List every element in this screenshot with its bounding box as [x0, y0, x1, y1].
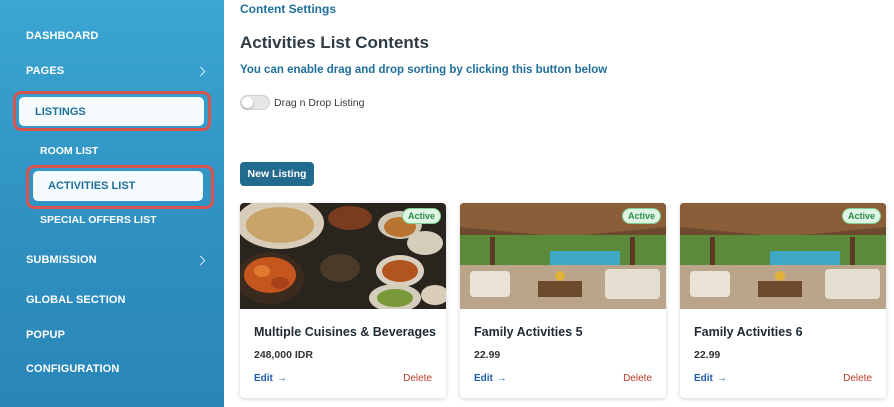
edit-label: Edit [474, 373, 493, 384]
drag-drop-hint: You can enable drag and drop sorting by … [240, 64, 608, 76]
drag-drop-toggle[interactable] [240, 95, 270, 110]
new-listing-button[interactable]: New Listing [240, 162, 314, 186]
sidebar-subitem-special-offers[interactable]: SPECIAL OFFERS LIST [40, 214, 156, 226]
card-title: Family Activities 6 [694, 325, 803, 339]
card-price: 22.99 [474, 349, 501, 361]
listing-card: Active Multiple Cuisines & Beverages 248… [240, 203, 446, 398]
edit-label: Edit [694, 373, 713, 384]
sidebar-item-label: ACTIVITIES LIST [48, 180, 136, 192]
sidebar-item-popup[interactable]: POPUP [26, 329, 65, 341]
edit-link[interactable]: Edit → [694, 373, 727, 384]
sidebar-item-configuration[interactable]: CONFIGURATION [26, 363, 119, 375]
sidebar: DASHBOARD PAGES LISTINGS ROOM LIST ACTIV… [0, 0, 224, 407]
status-badge: Active [401, 208, 441, 224]
status-badge: Active [841, 208, 881, 224]
delete-link[interactable]: Delete [623, 373, 652, 384]
chevron-right-icon [195, 255, 206, 266]
edit-link[interactable]: Edit → [474, 373, 507, 384]
sidebar-item-listings[interactable]: LISTINGS [19, 97, 204, 126]
delete-link[interactable]: Delete [403, 373, 432, 384]
arrow-right-icon: → [716, 373, 727, 384]
main-content: Content Settings Activities List Content… [224, 0, 894, 407]
sidebar-subitem-room-list[interactable]: ROOM LIST [40, 145, 98, 157]
card-title: Multiple Cuisines & Beverages [254, 325, 437, 339]
toggle-label: Drag n Drop Listing [274, 97, 365, 109]
sidebar-item-submission[interactable]: SUBMISSION [26, 254, 97, 266]
chevron-right-icon [195, 66, 206, 77]
sidebar-item-dashboard[interactable]: DASHBOARD [26, 30, 98, 42]
card-title: Family Activities 5 [474, 325, 583, 339]
status-badge: Active [621, 208, 661, 224]
edit-link[interactable]: Edit → [254, 373, 287, 384]
listing-card: Active Family Activities 5 22.99 Edit → … [460, 203, 666, 398]
arrow-right-icon: → [276, 373, 287, 384]
sidebar-item-global-section[interactable]: GLOBAL SECTION [26, 294, 126, 306]
card-price: 248,000 IDR [254, 349, 313, 361]
breadcrumb[interactable]: Content Settings [240, 2, 336, 16]
delete-link[interactable]: Delete [843, 373, 872, 384]
sidebar-item-label: LISTINGS [35, 105, 86, 118]
edit-label: Edit [254, 373, 273, 384]
listing-card: Active Family Activities 6 22.99 Edit → … [680, 203, 886, 398]
toggle-knob [242, 97, 253, 108]
sidebar-item-pages[interactable]: PAGES [26, 65, 64, 77]
page-title: Activities List Contents [240, 33, 429, 52]
sidebar-subitem-activities-list[interactable]: ACTIVITIES LIST [33, 171, 203, 201]
card-price: 22.99 [694, 349, 721, 361]
arrow-right-icon: → [496, 373, 507, 384]
